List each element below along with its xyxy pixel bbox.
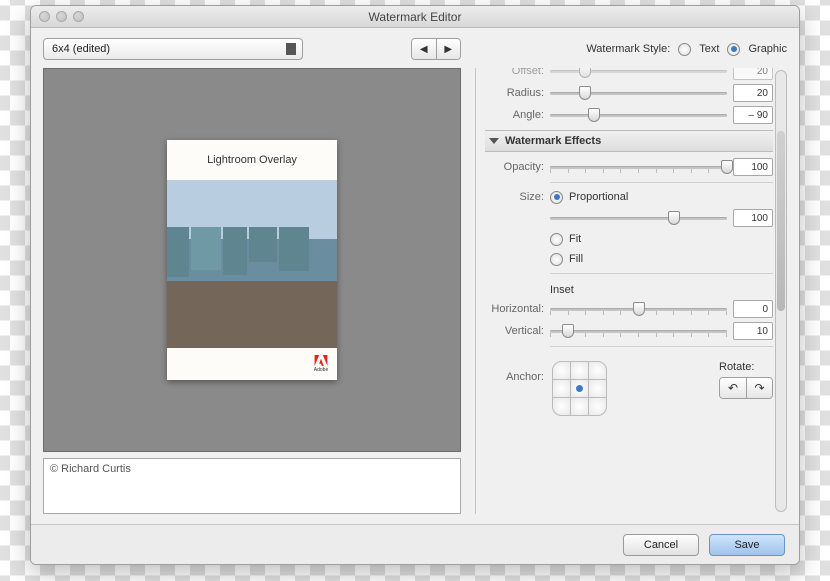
radius-value[interactable]: 20 bbox=[733, 84, 773, 102]
anchor-top-left[interactable] bbox=[552, 361, 571, 380]
size-label: Size: bbox=[486, 191, 544, 203]
size-fill-label: Fill bbox=[569, 253, 583, 265]
preset-select-value: 6x4 (edited) bbox=[52, 43, 110, 55]
inset-horizontal-value[interactable]: 0 bbox=[733, 300, 773, 318]
cancel-button-label: Cancel bbox=[644, 539, 678, 551]
updown-icon: ▲▼ bbox=[288, 42, 296, 56]
preview-document: Lightroom Overlay Adobe bbox=[167, 140, 337, 380]
overlay-title: Lightroom Overlay bbox=[167, 140, 337, 180]
radius-slider[interactable] bbox=[550, 86, 727, 100]
size-fill-radio[interactable] bbox=[550, 253, 563, 266]
inset-vertical-row: Vertical: 10 bbox=[486, 320, 773, 342]
opacity-value[interactable]: 100 bbox=[733, 158, 773, 176]
adobe-logo-icon: Adobe bbox=[313, 355, 329, 373]
preset-select[interactable]: 6x4 (edited) ▲▼ bbox=[43, 38, 303, 60]
disclosure-triangle-icon bbox=[489, 138, 499, 144]
size-fit-row: Fit bbox=[486, 229, 773, 249]
size-proportional-row: Size: Proportional bbox=[486, 187, 773, 207]
inset-vertical-slider[interactable] bbox=[550, 324, 727, 338]
angle-row: Angle: – 90 bbox=[486, 104, 773, 126]
opacity-label: Opacity: bbox=[486, 161, 544, 173]
rotate-group: Rotate: ↶ ↷ bbox=[719, 361, 773, 399]
inset-horizontal-slider[interactable] bbox=[550, 302, 727, 316]
watermark-editor-window: Watermark Editor 6x4 (edited) ▲▼ ◀ ▶ Wat… bbox=[30, 5, 800, 565]
preview-footer: Adobe bbox=[167, 348, 337, 380]
offset-value[interactable]: 20 bbox=[733, 68, 773, 80]
rotate-label: Rotate: bbox=[719, 361, 754, 373]
left-pane: Lightroom Overlay Adobe © Richard Curtis bbox=[43, 68, 461, 514]
rotate-cw-button[interactable]: ↷ bbox=[746, 378, 772, 398]
inset-vertical-label: Vertical: bbox=[486, 325, 544, 337]
anchor-bottom[interactable] bbox=[570, 397, 589, 416]
panel-scrollbar[interactable] bbox=[775, 70, 787, 512]
offset-slider[interactable] bbox=[550, 68, 727, 78]
anchor-label: Anchor: bbox=[486, 361, 544, 383]
footer: Cancel Save bbox=[31, 524, 799, 564]
angle-label: Angle: bbox=[486, 109, 544, 121]
style-text-label: Text bbox=[699, 43, 719, 55]
prev-button[interactable]: ◀ bbox=[412, 39, 436, 59]
credit-text: © Richard Curtis bbox=[50, 463, 131, 475]
size-slider[interactable] bbox=[550, 211, 727, 225]
anchor-top-right[interactable] bbox=[588, 361, 607, 380]
scrollbar-thumb[interactable] bbox=[777, 131, 785, 311]
rotate-ccw-button[interactable]: ↶ bbox=[720, 378, 746, 398]
style-text-radio[interactable] bbox=[678, 43, 691, 56]
anchor-center[interactable] bbox=[570, 379, 589, 398]
size-slider-row: 100 bbox=[486, 207, 773, 229]
save-button[interactable]: Save bbox=[709, 534, 785, 556]
credit-text-field[interactable]: © Richard Curtis bbox=[43, 458, 461, 514]
adobe-logo-label: Adobe bbox=[314, 367, 328, 373]
titlebar: Watermark Editor bbox=[31, 6, 799, 28]
angle-value[interactable]: – 90 bbox=[733, 106, 773, 124]
preview-photo bbox=[167, 180, 337, 348]
inset-horizontal-row: Horizontal: 0 bbox=[486, 298, 773, 320]
anchor-left[interactable] bbox=[552, 379, 571, 398]
preview-frame: Lightroom Overlay Adobe bbox=[43, 68, 461, 452]
radius-label: Radius: bbox=[486, 87, 544, 99]
style-graphic-label: Graphic bbox=[748, 43, 787, 55]
anchor-bottom-left[interactable] bbox=[552, 397, 571, 416]
content-area: 6x4 (edited) ▲▼ ◀ ▶ Watermark Style: Tex… bbox=[31, 28, 799, 524]
settings-panel: Offset: 20 Radius: 20 Angle: – 90 bbox=[475, 68, 773, 514]
inset-horizontal-label: Horizontal: bbox=[486, 303, 544, 315]
right-pane: Offset: 20 Radius: 20 Angle: – 90 bbox=[475, 68, 787, 514]
size-value[interactable]: 100 bbox=[733, 209, 773, 227]
inset-vertical-value[interactable]: 10 bbox=[733, 322, 773, 340]
size-fit-label: Fit bbox=[569, 233, 581, 245]
anchor-grid bbox=[552, 361, 606, 415]
opacity-row: Opacity: 100 bbox=[486, 156, 773, 178]
size-fit-radio[interactable] bbox=[550, 233, 563, 246]
offset-row: Offset: 20 bbox=[486, 68, 773, 82]
anchor-right[interactable] bbox=[588, 379, 607, 398]
effects-header-label: Watermark Effects bbox=[505, 135, 601, 147]
inset-title: Inset bbox=[486, 284, 773, 296]
main-area: Lightroom Overlay Adobe © Richard Curtis bbox=[43, 68, 787, 514]
anchor-rotate-row: Anchor: Rota bbox=[486, 361, 773, 415]
angle-slider[interactable] bbox=[550, 108, 727, 122]
window-title: Watermark Editor bbox=[31, 10, 799, 24]
cancel-button[interactable]: Cancel bbox=[623, 534, 699, 556]
size-proportional-radio[interactable] bbox=[550, 191, 563, 204]
watermark-style-label: Watermark Style: bbox=[586, 43, 670, 55]
watermark-style-row: Watermark Style: Text Graphic bbox=[586, 43, 787, 56]
anchor-bottom-right[interactable] bbox=[588, 397, 607, 416]
opacity-slider[interactable] bbox=[550, 160, 727, 174]
next-button[interactable]: ▶ bbox=[436, 39, 461, 59]
anchor-top[interactable] bbox=[570, 361, 589, 380]
preview-nav: ◀ ▶ bbox=[411, 38, 461, 60]
top-controls: 6x4 (edited) ▲▼ ◀ ▶ Watermark Style: Tex… bbox=[43, 38, 787, 60]
radius-row: Radius: 20 bbox=[486, 82, 773, 104]
save-button-label: Save bbox=[734, 539, 759, 551]
size-fill-row: Fill bbox=[486, 249, 773, 269]
offset-label: Offset: bbox=[486, 68, 544, 77]
size-proportional-label: Proportional bbox=[569, 191, 628, 203]
watermark-effects-header[interactable]: Watermark Effects bbox=[485, 130, 773, 152]
style-graphic-radio[interactable] bbox=[727, 43, 740, 56]
